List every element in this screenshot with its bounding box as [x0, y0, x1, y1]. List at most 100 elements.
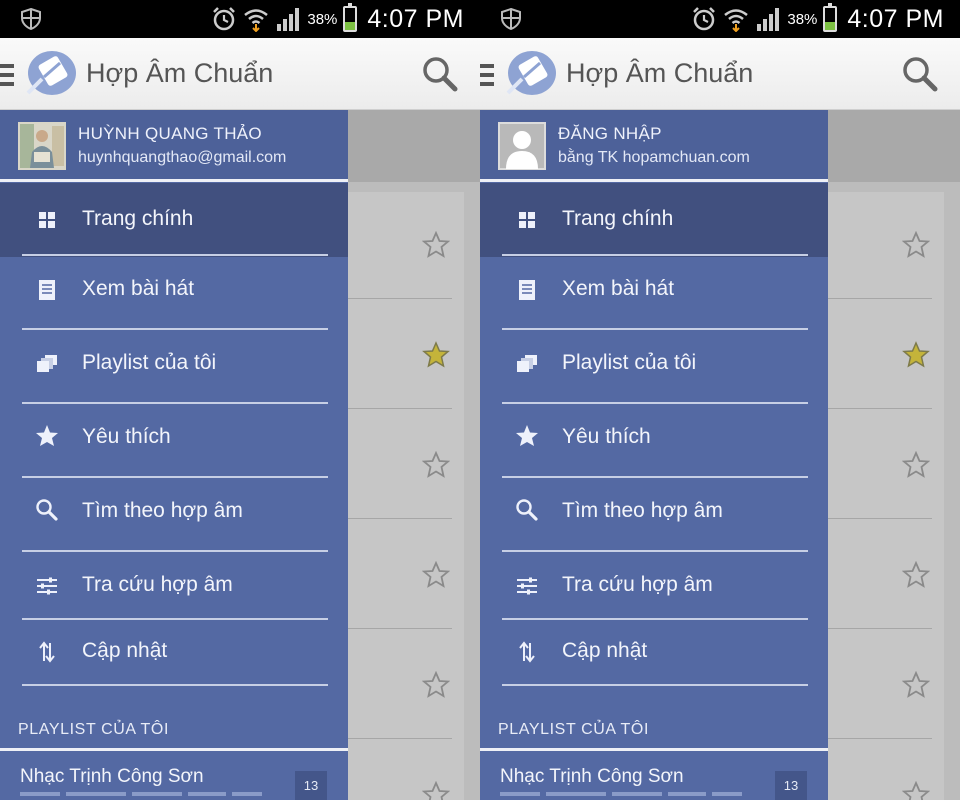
menu-item-label: Cập nhật — [562, 639, 648, 662]
app-title: Hợp Âm Chuẩn — [566, 58, 754, 88]
sync-arrows-icon — [519, 641, 535, 663]
star-icon[interactable] — [422, 781, 450, 800]
playlist-section-title: PLAYLIST CỦA TÔI — [498, 721, 649, 738]
battery-icon — [823, 3, 838, 32]
playlist-section-title: PLAYLIST CỦA TÔI — [18, 721, 169, 738]
search-icon[interactable] — [420, 54, 460, 94]
account-email: huynhquangthao@gmail.com — [78, 149, 287, 166]
playlist-item-subtitle-truncated — [20, 792, 280, 800]
section-divider — [0, 748, 348, 751]
avatar — [18, 122, 66, 170]
grid-icon — [39, 212, 55, 228]
menu-item-label: Trang chính — [562, 207, 674, 230]
battery-icon — [343, 3, 358, 32]
action-bar: Hợp Âm Chuẩn — [0, 38, 480, 110]
account-header[interactable]: HUỲNH QUANG THẢO huynhquangthao@gmail.co… — [0, 110, 348, 182]
clock: 4:07 PM — [847, 4, 944, 33]
menu-item-cap-nhat[interactable]: Cập nhật — [0, 619, 348, 693]
star-icon — [36, 425, 58, 446]
menu-item-playlist-cua-toi[interactable]: Playlist của tôi — [0, 329, 348, 403]
menu-item-label: Cập nhật — [82, 639, 168, 662]
playlist-item-count: 13 — [295, 771, 327, 800]
app-logo-icon[interactable] — [502, 49, 556, 97]
shield-icon — [501, 8, 521, 30]
menu-item-trang-chinh[interactable]: Trang chính — [0, 183, 348, 257]
star-icon[interactable] — [902, 451, 930, 479]
menu-item-label: Yêu thích — [82, 425, 171, 448]
menu-item-tim-theo-hop-am[interactable]: Tìm theo hợp âm — [480, 477, 828, 551]
menu-divider — [22, 684, 328, 686]
star-icon[interactable] — [422, 451, 450, 479]
menu-item-xem-bai-hat[interactable]: Xem bài hát — [0, 255, 348, 329]
grid-icon — [519, 212, 535, 228]
menu-item-label: Playlist của tôi — [562, 351, 697, 374]
app-logo-icon[interactable] — [22, 49, 76, 97]
menu-item-label: Tra cứu hợp âm — [562, 573, 713, 596]
wifi-icon — [724, 9, 749, 32]
screens: 38% 4:07 PM Hợp Âm Chuẩn HUỲNH QUANG THẢ… — [0, 0, 960, 800]
menu-item-cap-nhat[interactable]: Cập nhật — [480, 619, 828, 693]
star-icon[interactable] — [902, 671, 930, 699]
playlist-icon — [37, 355, 57, 372]
alarm-icon — [213, 7, 236, 31]
status-bar: 38% 4:07 PM — [480, 0, 960, 38]
menu-item-label: Yêu thích — [562, 425, 651, 448]
menu-item-playlist-cua-toi[interactable]: Playlist của tôi — [480, 329, 828, 403]
drawer-indicator-icon[interactable] — [480, 64, 494, 86]
navigation-drawer: HUỲNH QUANG THẢO huynhquangthao@gmail.co… — [0, 110, 348, 800]
alarm-icon — [693, 7, 716, 31]
star-icon[interactable] — [422, 231, 450, 259]
star-icon[interactable] — [422, 341, 450, 369]
search-icon — [36, 499, 58, 521]
menu-divider — [502, 684, 808, 686]
star-icon[interactable] — [422, 561, 450, 589]
star-icon[interactable] — [902, 561, 930, 589]
screen-logged-in: 38% 4:07 PM Hợp Âm Chuẩn HUỲNH QUANG THẢ… — [0, 0, 480, 800]
search-icon[interactable] — [900, 54, 940, 94]
action-bar: Hợp Âm Chuẩn — [480, 38, 960, 110]
screen-logged-out: 38% 4:07 PM Hợp Âm Chuẩn ĐĂNG NHẬP bằng … — [480, 0, 960, 800]
login-subtitle: bằng TK hopamchuan.com — [558, 149, 750, 166]
battery-percent: 38% — [307, 10, 338, 28]
menu-item-yeu-thich[interactable]: Yêu thích — [0, 403, 348, 477]
menu-item-tra-cuu-hop-am[interactable]: Tra cứu hợp âm — [0, 551, 348, 625]
star-icon[interactable] — [902, 781, 930, 800]
clock: 4:07 PM — [367, 4, 464, 33]
menu-item-label: Xem bài hát — [562, 277, 675, 300]
star-icon[interactable] — [902, 341, 930, 369]
shield-icon — [21, 8, 41, 30]
sync-arrows-icon — [39, 641, 55, 663]
playlist-item-subtitle-truncated — [500, 792, 760, 800]
sliders-icon — [37, 577, 57, 595]
menu-item-tra-cuu-hop-am[interactable]: Tra cứu hợp âm — [480, 551, 828, 625]
document-icon — [519, 280, 535, 300]
login-title: ĐĂNG NHẬP — [558, 124, 662, 143]
star-icon[interactable] — [902, 231, 930, 259]
menu-item-label: Tra cứu hợp âm — [82, 573, 233, 596]
playlist-icon — [517, 355, 537, 372]
search-icon — [516, 499, 538, 521]
default-avatar-icon — [498, 122, 546, 170]
status-bar: 38% 4:07 PM — [0, 0, 480, 38]
menu-item-label: Trang chính — [82, 207, 194, 230]
menu-item-label: Xem bài hát — [82, 277, 195, 300]
menu-item-xem-bai-hat[interactable]: Xem bài hát — [480, 255, 828, 329]
sliders-icon — [517, 577, 537, 595]
playlist-item-name[interactable]: Nhạc Trịnh Công Sơn — [500, 766, 684, 788]
star-icon[interactable] — [422, 671, 450, 699]
navigation-drawer: ĐĂNG NHẬP bằng TK hopamchuan.com Trang c… — [480, 110, 828, 800]
playlist-item-count: 13 — [775, 771, 807, 800]
account-name: HUỲNH QUANG THẢO — [78, 124, 262, 143]
menu-item-trang-chinh[interactable]: Trang chính — [480, 183, 828, 257]
playlist-item-name[interactable]: Nhạc Trịnh Công Sơn — [20, 766, 204, 788]
menu-item-label: Playlist của tôi — [82, 351, 217, 374]
signal-icon — [757, 8, 780, 31]
menu-item-yeu-thich[interactable]: Yêu thích — [480, 403, 828, 477]
section-divider — [480, 748, 828, 751]
menu-item-label: Tìm theo hợp âm — [82, 499, 243, 522]
menu-item-tim-theo-hop-am[interactable]: Tìm theo hợp âm — [0, 477, 348, 551]
login-header[interactable]: ĐĂNG NHẬP bằng TK hopamchuan.com — [480, 110, 828, 182]
signal-icon — [277, 8, 300, 31]
app-title: Hợp Âm Chuẩn — [86, 58, 274, 88]
drawer-indicator-icon[interactable] — [0, 64, 14, 86]
